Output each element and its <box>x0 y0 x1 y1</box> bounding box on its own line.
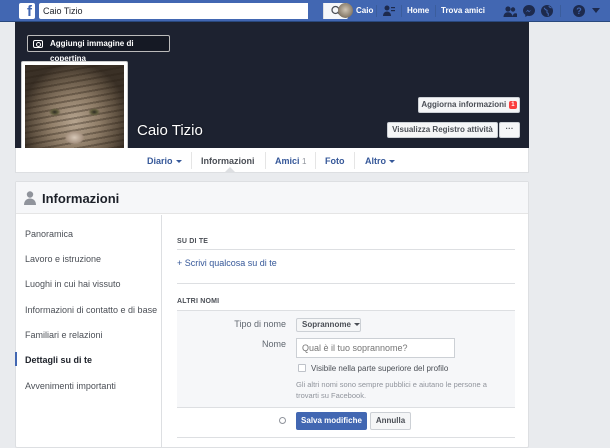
chevron-down-icon <box>389 160 395 163</box>
tab-label: Diario <box>147 156 173 166</box>
more-options-button[interactable]: ··· <box>499 122 520 138</box>
sidebar-item-overview[interactable]: Panoramica <box>25 229 73 239</box>
other-names-heading: ALTRI NOMI <box>177 298 220 305</box>
save-changes-button[interactable]: Salva modifiche <box>296 412 367 430</box>
profile-name[interactable]: Caio Tizio <box>137 122 203 139</box>
update-info-label: Aggiorna informazioni <box>421 100 507 109</box>
friends-count: 1 <box>302 157 307 166</box>
about-you-heading: SU DI TE <box>177 238 209 245</box>
divider <box>191 152 192 169</box>
tab-photos[interactable]: Foto <box>325 156 345 166</box>
show-on-profile-label: Visibile nella parte superiore del profi… <box>311 364 449 373</box>
sidebar-item-places-lived[interactable]: Luoghi in cui hai vissuto <box>25 279 121 289</box>
divider <box>177 437 515 438</box>
divider <box>265 152 266 169</box>
nickname-input[interactable] <box>296 338 455 358</box>
divider <box>354 152 355 169</box>
show-on-profile-checkbox[interactable] <box>298 364 306 372</box>
update-info-button[interactable]: Aggiorna informazioni 1 <box>418 97 520 113</box>
privacy-globe-icon[interactable] <box>279 417 286 424</box>
chevron-down-icon <box>175 160 182 163</box>
divider <box>435 5 436 17</box>
activity-log-button[interactable]: Visualizza Registro attività <box>387 122 498 138</box>
divider <box>401 5 402 17</box>
camera-icon <box>33 40 43 48</box>
name-type-value: Soprannome <box>302 320 351 329</box>
profile-link[interactable]: Caio <box>356 6 373 15</box>
search-box <box>39 3 348 19</box>
divider <box>177 283 515 284</box>
find-friends-link[interactable]: Trova amici <box>441 6 485 15</box>
tab-friends[interactable]: Amici 1 <box>275 156 306 166</box>
active-item-indicator <box>15 352 17 366</box>
friend-requests-icon[interactable] <box>503 4 517 18</box>
update-info-badge: 1 <box>509 101 517 109</box>
facebook-logo[interactable]: f <box>19 3 35 19</box>
person-icon <box>24 191 36 205</box>
name-type-dropdown[interactable]: Soprannome <box>296 318 361 332</box>
home-link[interactable]: Home <box>407 6 429 15</box>
name-label: Nome <box>261 339 286 349</box>
divider <box>376 5 377 17</box>
other-names-note: Gli altri nomi sono sempre pubblici e ai… <box>296 380 487 400</box>
divider <box>177 407 515 408</box>
account-menu-caret-icon[interactable] <box>592 8 600 14</box>
cancel-button[interactable]: Annulla <box>370 412 411 430</box>
tab-more[interactable]: Altro <box>365 156 395 166</box>
divider <box>177 249 515 250</box>
friend-requests-small-icon[interactable] <box>382 4 396 18</box>
messenger-icon[interactable] <box>522 4 536 18</box>
help-icon[interactable]: ? <box>572 4 586 18</box>
divider <box>560 5 561 17</box>
divider <box>315 152 316 169</box>
sidebar-item-work-education[interactable]: Lavoro e istruzione <box>25 254 101 264</box>
sidebar-item-contact-info[interactable]: Informazioni di contatto e di base <box>25 305 157 315</box>
user-avatar[interactable] <box>338 3 353 18</box>
search-input[interactable] <box>39 3 286 19</box>
tab-timeline[interactable]: Diario <box>147 156 182 166</box>
sidebar-item-family-relationships[interactable]: Familiari e relazioni <box>25 330 103 340</box>
notifications-globe-icon[interactable] <box>540 4 554 18</box>
tab-label: Amici <box>275 156 300 166</box>
tab-label: Altro <box>365 156 386 166</box>
profile-tabs-bar <box>15 148 529 173</box>
sidebar-item-life-events[interactable]: Avvenimenti importanti <box>25 381 116 391</box>
about-title: Informazioni <box>42 191 120 206</box>
svg-text:?: ? <box>576 6 582 16</box>
chevron-down-icon <box>353 323 360 326</box>
name-type-label: Tipo di nome <box>234 319 286 329</box>
tab-about[interactable]: Informazioni <box>201 156 255 166</box>
active-tab-indicator <box>225 167 235 172</box>
write-about-yourself-link[interactable]: + Scrivi qualcosa su di te <box>177 258 277 268</box>
add-cover-photo-button[interactable]: Aggiungi immagine di copertina <box>27 35 170 63</box>
sidebar-item-details-about-you[interactable]: Dettagli su di te <box>25 355 92 365</box>
